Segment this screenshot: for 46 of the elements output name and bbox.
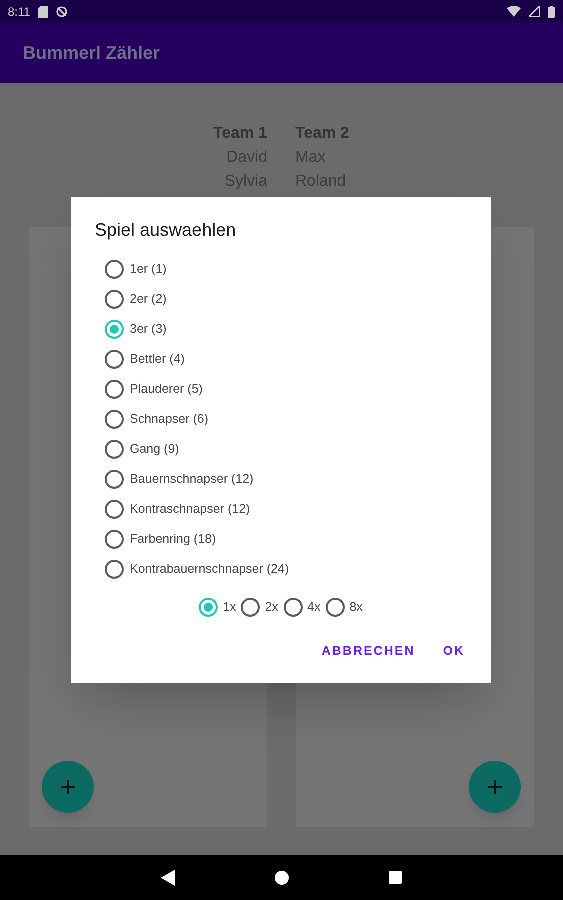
wifi-icon	[507, 6, 521, 17]
radio-button[interactable]	[105, 350, 124, 368]
signal-icon	[529, 6, 540, 17]
radio-label: 4x	[308, 598, 321, 616]
radio-label: Bauernschnapser (12)	[130, 470, 254, 488]
radio-button[interactable]	[105, 470, 124, 488]
dialog-button[interactable]: OK	[433, 636, 475, 667]
radio-label: Bettler (4)	[130, 350, 185, 368]
home-icon[interactable]	[275, 870, 289, 884]
dialog-button[interactable]: ABBRECHEN	[312, 636, 426, 667]
radio-label: 3er (3)	[130, 320, 167, 338]
radio-label: Kontraschnapser (12)	[130, 500, 250, 518]
back-icon[interactable]	[161, 870, 175, 886]
radio-label: Kontrabauernschnapser (24)	[130, 560, 290, 578]
team-name: Team 2	[296, 125, 350, 143]
radio-button[interactable]	[105, 410, 124, 428]
radio-button[interactable]	[241, 598, 260, 616]
plus-icon	[488, 780, 502, 794]
radio-label: 1x	[223, 598, 236, 616]
radio-label: 2x	[265, 598, 278, 616]
radio-label: Plauderer (5)	[130, 380, 203, 398]
radio-button[interactable]	[105, 500, 124, 518]
radio-button[interactable]	[105, 260, 124, 278]
radio-label: 8x	[350, 598, 363, 616]
battery-icon	[548, 6, 555, 18]
sd-card-icon	[38, 6, 48, 18]
radio-label: Farbenring (18)	[130, 530, 216, 548]
sync-off-icon	[56, 6, 68, 18]
radio-button[interactable]	[105, 320, 124, 338]
radio-button[interactable]	[105, 380, 124, 398]
radio-label: Gang (9)	[130, 440, 180, 458]
radio-label: 2er (2)	[130, 290, 167, 308]
dialog-title: Spiel auswaehlen	[94, 219, 238, 242]
radio-label: 1er (1)	[130, 260, 167, 278]
radio-label: Schnapser (6)	[130, 410, 209, 428]
status-time: 8:11	[8, 4, 30, 20]
plus-icon	[61, 780, 75, 794]
team-name: Team 1	[214, 125, 268, 143]
radio-button[interactable]	[105, 290, 124, 308]
app-title: Bummerl Zähler	[23, 42, 160, 64]
radio-button[interactable]	[105, 530, 124, 548]
radio-button[interactable]	[326, 598, 345, 616]
radio-button[interactable]	[105, 560, 124, 578]
radio-button[interactable]	[199, 598, 218, 616]
radio-button[interactable]	[105, 440, 124, 458]
radio-button[interactable]	[284, 598, 302, 616]
